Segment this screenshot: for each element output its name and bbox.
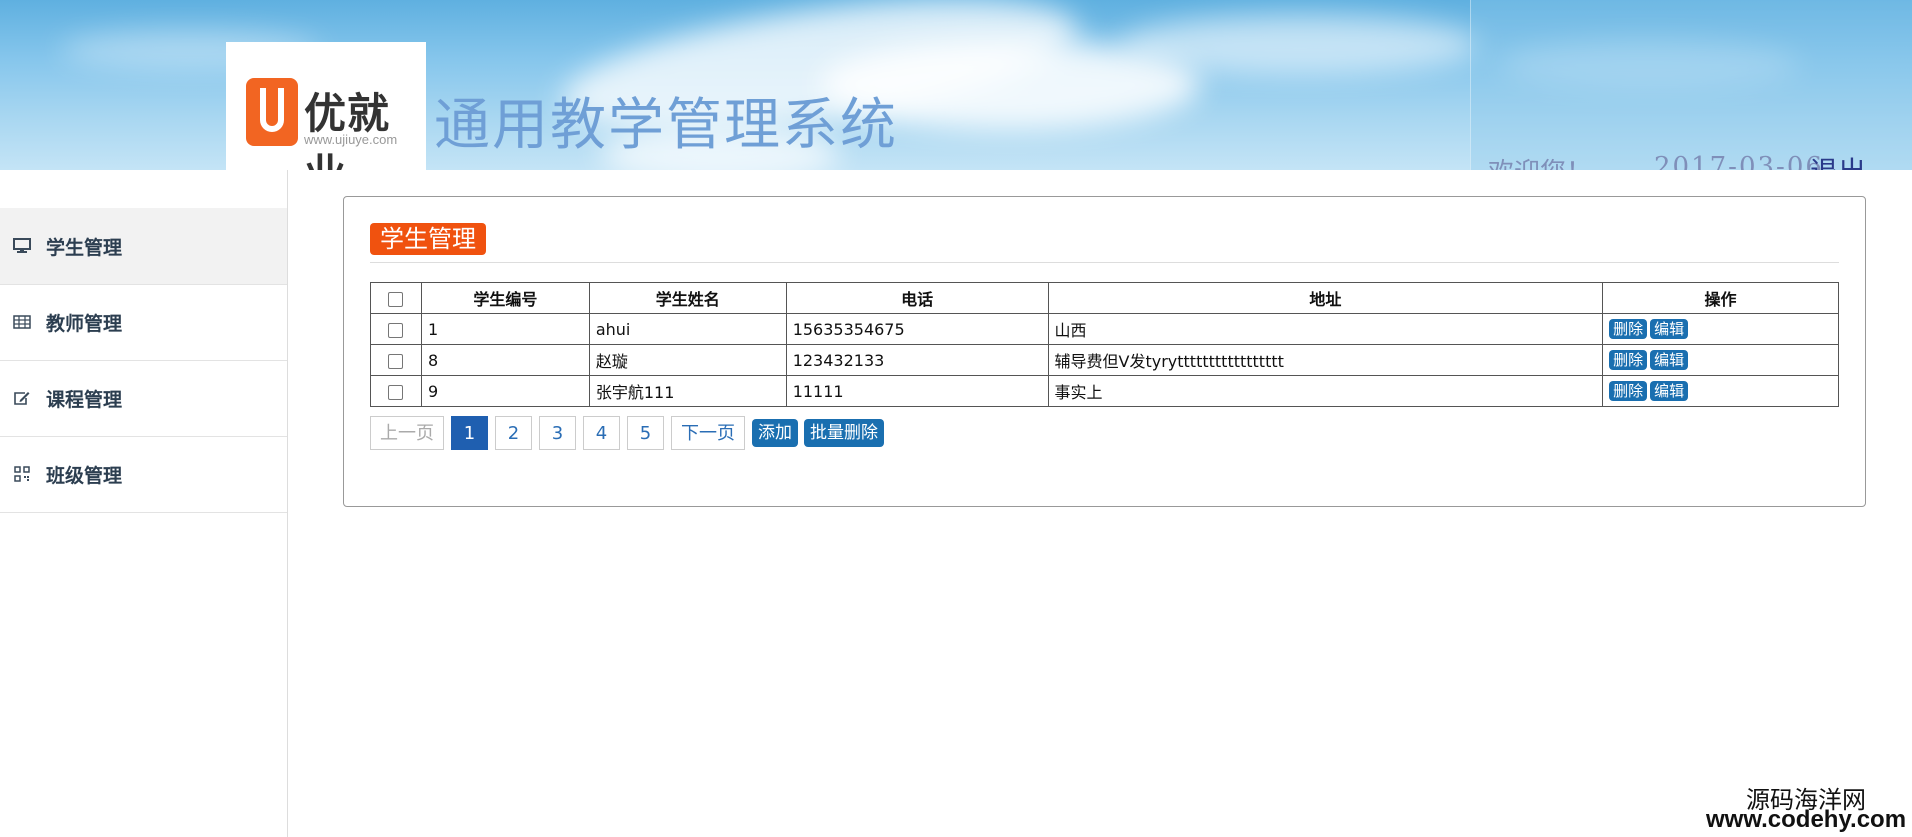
table-row: 8 赵璇 123432133 辅导费但V发tyryttttttttttttttt…	[370, 344, 1839, 376]
cell-actions: 删除 编辑	[1602, 344, 1839, 376]
monitor-icon	[12, 236, 32, 256]
logo-url: www.ujiuye.com	[304, 132, 398, 147]
edit-button[interactable]: 编辑	[1650, 319, 1689, 339]
table-icon	[12, 312, 32, 332]
cell-name: ahui	[588, 313, 787, 345]
sidebar-item-label: 学生管理	[46, 236, 123, 259]
edit-button[interactable]: 编辑	[1650, 350, 1689, 370]
row-select-cell	[370, 313, 422, 345]
current-date: 2017-03-06	[1654, 152, 1824, 170]
cell-phone: 123432133	[785, 344, 1049, 376]
batch-delete-button[interactable]: 批量删除	[804, 419, 884, 447]
welcome-text: 欢迎您！	[1488, 152, 1592, 170]
app-title: 通用教学管理系统	[434, 93, 898, 158]
cloud-decoration	[1120, 15, 1480, 75]
page-4-button[interactable]: 4	[583, 416, 620, 450]
student-management-panel: 学生管理 学生编号 学生姓名 电话 地址 操作 1 ahui 156353546…	[343, 196, 1866, 507]
row-checkbox[interactable]	[388, 353, 404, 369]
sidebar-item-students[interactable]: 学生管理	[0, 208, 287, 285]
header-banner: 优就业 www.ujiuye.com 通用教学管理系统 欢迎您！ 2017-03…	[0, 0, 1912, 170]
cell-actions: 删除 编辑	[1602, 313, 1839, 345]
logo: 优就业 www.ujiuye.com	[226, 42, 426, 170]
logo-u-icon	[246, 78, 298, 146]
cell-actions: 删除 编辑	[1602, 375, 1839, 407]
cell-id: 1	[420, 313, 590, 345]
table-row: 9 张宇航111 11111 事实上 删除 编辑	[370, 375, 1839, 407]
cell-id: 9	[420, 375, 590, 407]
column-header-actions: 操作	[1602, 282, 1839, 314]
column-header-id: 学生编号	[420, 282, 590, 314]
delete-button[interactable]: 删除	[1609, 319, 1648, 339]
column-header-name: 学生姓名	[588, 282, 787, 314]
cell-address: 辅导费但V发tyryttttttttttttttttt	[1047, 344, 1604, 376]
cell-address: 事实上	[1047, 375, 1604, 407]
qrcode-icon	[12, 464, 32, 484]
pagination: 上一页 1 2 3 4 5 下一页 添加 批量删除	[370, 416, 890, 450]
table-header-row: 学生编号 学生姓名 电话 地址 操作	[370, 282, 1839, 314]
sidebar-item-classes[interactable]: 班级管理	[0, 436, 287, 513]
watermark-url: www.codehy.com	[1706, 806, 1907, 833]
sidebar-item-label: 班级管理	[46, 464, 123, 487]
delete-button[interactable]: 删除	[1609, 350, 1648, 370]
sidebar-item-courses[interactable]: 课程管理	[0, 360, 287, 437]
row-select-cell	[370, 375, 422, 407]
row-checkbox[interactable]	[388, 384, 404, 400]
logo-text: 优就业	[304, 89, 391, 170]
cell-address: 山西	[1047, 313, 1604, 345]
panel-title: 学生管理	[370, 223, 486, 255]
column-header-address: 地址	[1047, 282, 1604, 314]
row-select-cell	[370, 344, 422, 376]
sidebar-item-label: 教师管理	[46, 312, 123, 335]
select-all-checkbox[interactable]	[388, 291, 404, 307]
table-row: 1 ahui 15635354675 山西 删除 编辑	[370, 313, 1839, 345]
sidebar: 学生管理 教师管理 课程管理 班级管理	[0, 170, 288, 837]
student-table: 学生编号 学生姓名 电话 地址 操作 1 ahui 15635354675 山西…	[370, 282, 1839, 407]
cell-phone: 11111	[785, 375, 1049, 407]
page-1-button[interactable]: 1	[451, 416, 488, 450]
row-checkbox[interactable]	[388, 322, 404, 338]
edit-button[interactable]: 编辑	[1650, 381, 1689, 401]
delete-button[interactable]: 删除	[1609, 381, 1648, 401]
cell-id: 8	[420, 344, 590, 376]
add-button[interactable]: 添加	[752, 419, 798, 447]
page-5-button[interactable]: 5	[627, 416, 664, 450]
cell-phone: 15635354675	[785, 313, 1049, 345]
edit-icon	[12, 388, 32, 408]
cell-name: 张宇航111	[588, 375, 787, 407]
page-2-button[interactable]: 2	[495, 416, 532, 450]
header-user-panel	[1470, 0, 1912, 170]
sidebar-item-label: 课程管理	[46, 388, 123, 411]
select-all-cell	[370, 282, 422, 314]
page-3-button[interactable]: 3	[539, 416, 576, 450]
sidebar-item-teachers[interactable]: 教师管理	[0, 284, 287, 361]
next-page-button[interactable]: 下一页	[671, 416, 745, 450]
logout-link[interactable]: 退出	[1810, 150, 1866, 170]
prev-page-button[interactable]: 上一页	[370, 416, 444, 450]
column-header-phone: 电话	[785, 282, 1049, 314]
title-divider	[370, 262, 1839, 263]
cell-name: 赵璇	[588, 344, 787, 376]
